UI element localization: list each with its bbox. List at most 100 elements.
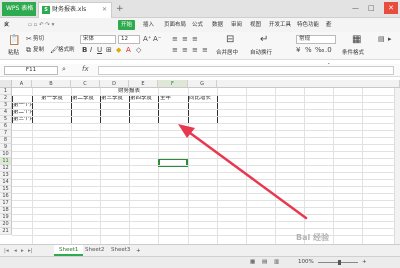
minimize-button[interactable]: — <box>352 2 359 14</box>
row-header-16[interactable]: 16 <box>0 193 12 200</box>
row-header-19[interactable]: 19 <box>0 214 12 221</box>
cut-icon[interactable]: ✂ <box>26 35 32 44</box>
column-header-e[interactable]: E <box>129 80 158 88</box>
sheet-tab-1[interactable]: Sheet1 <box>54 245 84 256</box>
header-q2[interactable]: 第二季度 <box>72 95 100 102</box>
page-layout-view-icon[interactable]: ▤ <box>262 257 267 268</box>
menu-item-developer[interactable]: 开发工具 <box>269 18 291 32</box>
row-header-1[interactable]: 1 <box>0 88 12 95</box>
auto-wrap-icon[interactable]: ↵ <box>260 33 268 47</box>
font-size-select[interactable]: 12 <box>118 35 140 44</box>
column-header-c[interactable]: C <box>71 80 100 88</box>
align-center-icon[interactable]: ≡ <box>182 46 188 55</box>
quick-access-icons[interactable]: ▫ ▫ ↶ ↷ ▾ <box>28 18 54 32</box>
copy-label[interactable]: 复制 <box>33 46 44 55</box>
row-header-20[interactable]: 20 <box>0 221 12 228</box>
align-middle-icon[interactable]: ≡ <box>182 35 188 44</box>
paste-label[interactable]: 粘贴 <box>8 49 19 58</box>
thousands-icon[interactable]: ‰ <box>315 46 324 55</box>
italic-icon[interactable]: I <box>90 46 92 55</box>
header-q1[interactable]: 第一季度 <box>33 95 71 102</box>
align-right-icon[interactable]: ≡ <box>192 46 198 55</box>
fill-color-icon[interactable]: ◆ <box>116 46 121 55</box>
new-tab-button[interactable]: + <box>116 3 124 15</box>
row-header-3[interactable]: 3 <box>0 102 12 109</box>
merge-center-label[interactable]: 合并居中 <box>216 49 238 58</box>
spreadsheet-grid[interactable]: A B C D E F G 财务报表 第一季度 第二季度 第三季度 第四季度 全… <box>0 80 400 244</box>
column-header-d[interactable]: D <box>100 80 129 88</box>
font-name-select[interactable]: 宋体 <box>80 35 116 44</box>
auto-wrap-label[interactable]: 自动换行 <box>250 49 272 58</box>
number-format-select[interactable]: 常规 <box>296 35 336 44</box>
close-window-button[interactable]: ✕ <box>384 2 398 14</box>
conditional-format-icon[interactable]: ▦ <box>352 33 361 47</box>
increase-decimal-icon[interactable]: .0 <box>325 46 332 55</box>
row-header-9[interactable]: 9 <box>0 144 12 151</box>
font-shrink-icon[interactable]: A⁻ <box>153 35 161 44</box>
menu-item-formula[interactable]: 公式 <box>192 18 203 32</box>
conditional-format-label[interactable]: 条件格式 <box>342 49 364 58</box>
row-header-18[interactable]: 18 <box>0 207 12 214</box>
header-q3[interactable]: 第三季度 <box>101 95 129 102</box>
row-header-4[interactable]: 4 <box>0 109 12 116</box>
row-header-15[interactable]: 15 <box>0 186 12 193</box>
zoom-level[interactable]: 100% <box>298 257 314 268</box>
row-header-8[interactable]: 8 <box>0 137 12 144</box>
vertical-scrollbar[interactable] <box>394 88 400 244</box>
align-left-icon[interactable]: ≡ <box>172 46 178 55</box>
close-tab-icon[interactable]: ✕ <box>102 3 107 17</box>
sheet-tab-2[interactable]: Sheet2 <box>80 245 109 256</box>
column-header-b[interactable]: B <box>32 80 71 88</box>
align-bottom-icon[interactable]: ≡ <box>192 35 198 44</box>
percent-icon[interactable]: % <box>305 46 312 55</box>
menu-item-view[interactable]: 视图 <box>250 18 261 32</box>
normal-view-icon[interactable]: ▦ <box>250 257 255 268</box>
zoom-in-icon[interactable]: + <box>362 257 367 268</box>
font-grow-icon[interactable]: A⁺ <box>143 35 151 44</box>
page-break-view-icon[interactable]: ▥ <box>274 257 279 268</box>
row-header-12[interactable]: 12 <box>0 165 12 172</box>
format-painter-label[interactable]: 格式刷 <box>58 46 75 55</box>
zoom-fx-icon[interactable]: ⌕ <box>62 65 66 74</box>
document-tab[interactable]: S 财务报表.xls ✕ <box>38 2 112 18</box>
select-all-corner[interactable] <box>0 80 12 88</box>
header-q4[interactable]: 第四季度 <box>130 95 158 102</box>
table-style-icon[interactable]: ▤ <box>378 35 385 44</box>
row-header-10[interactable]: 10 <box>0 151 12 158</box>
restore-button[interactable]: □ <box>368 2 375 14</box>
fx-icon[interactable]: fx <box>82 65 89 73</box>
row-header-13[interactable]: 13 <box>0 172 12 179</box>
row-header-21[interactable]: 21 <box>0 228 12 235</box>
row-header-2[interactable]: 2 <box>0 95 12 102</box>
sheet-tab-3[interactable]: Sheet3 <box>106 245 135 256</box>
column-header-g[interactable]: G <box>188 80 217 88</box>
menu-item-insert[interactable]: 插入 <box>143 18 154 32</box>
more-icon[interactable]: ▸ <box>388 35 392 44</box>
row-label-2[interactable]: 第二个月 <box>13 109 32 116</box>
border-icon[interactable]: ⊞ <box>106 46 112 55</box>
row-header-11[interactable]: 11 <box>0 158 12 165</box>
row-header-17[interactable]: 17 <box>0 200 12 207</box>
merge-center-icon[interactable]: ⊟ <box>226 33 234 47</box>
justify-icon[interactable]: ≡ <box>202 46 208 55</box>
menu-item-review[interactable]: 审阅 <box>231 18 242 32</box>
zoom-slider-handle[interactable] <box>338 260 341 265</box>
row-header-5[interactable]: 5 <box>0 116 12 123</box>
row-label-1[interactable]: 第一个月 <box>13 102 32 109</box>
row-header-14[interactable]: 14 <box>0 179 12 186</box>
app-tab[interactable]: WPS 表格 <box>2 2 36 16</box>
currency-icon[interactable]: ¥ <box>296 46 300 55</box>
menu-item-special[interactable]: 特色功能 <box>297 18 319 32</box>
bold-icon[interactable]: B <box>82 46 87 55</box>
clear-format-icon[interactable]: ◇ <box>136 46 141 55</box>
header-full-year[interactable]: 全年 <box>160 95 188 102</box>
cut-label[interactable]: 剪切 <box>33 35 44 44</box>
align-top-icon[interactable]: ≡ <box>172 35 178 44</box>
copy-icon[interactable]: ⧉ <box>26 46 31 55</box>
header-yoy[interactable]: 同比增长 <box>189 95 217 102</box>
menu-item-data[interactable]: 数据 <box>212 18 223 32</box>
table-title[interactable]: 财务报表 <box>100 88 158 95</box>
paste-icon[interactable]: 📋 <box>8 34 20 48</box>
name-box[interactable]: F11 <box>4 66 58 75</box>
font-color-icon[interactable]: A <box>126 46 131 55</box>
